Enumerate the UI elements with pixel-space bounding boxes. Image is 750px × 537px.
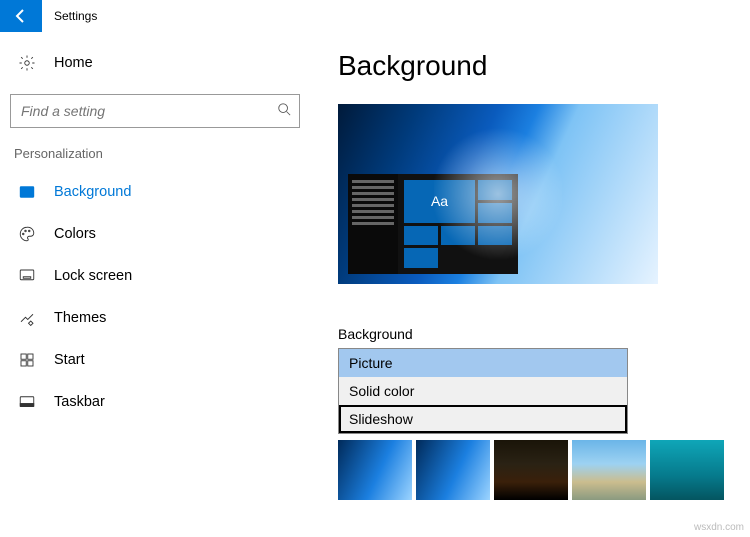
- thumb-2[interactable]: [416, 440, 490, 500]
- thumb-1[interactable]: [338, 440, 412, 500]
- nav-label: Themes: [54, 310, 106, 326]
- preview-startmenu: Aa: [348, 174, 518, 274]
- lockscreen-icon: [16, 267, 38, 285]
- nav-home-label: Home: [54, 55, 93, 71]
- background-dropdown[interactable]: Picture Solid color Slideshow: [338, 348, 628, 434]
- nav-lockscreen[interactable]: Lock screen: [10, 255, 300, 297]
- gear-icon: [16, 54, 38, 72]
- category-header: Personalization: [14, 146, 300, 161]
- nav-home[interactable]: Home: [10, 42, 300, 84]
- nav-label: Colors: [54, 226, 96, 242]
- palette-icon: [16, 225, 38, 243]
- nav-colors[interactable]: Colors: [10, 213, 300, 255]
- search-input[interactable]: [21, 103, 277, 119]
- picture-thumbnails: [338, 440, 750, 500]
- window-title: Settings: [54, 9, 97, 23]
- nav-taskbar[interactable]: Taskbar: [10, 381, 300, 423]
- nav-label: Taskbar: [54, 394, 105, 410]
- option-slideshow[interactable]: Slideshow: [339, 405, 627, 433]
- nav-label: Start: [54, 352, 85, 368]
- thumb-3[interactable]: [494, 440, 568, 500]
- themes-icon: [16, 309, 38, 327]
- back-button[interactable]: [0, 0, 42, 32]
- watermark: wsxdn.com: [694, 522, 744, 533]
- desktop-preview: Aa: [338, 104, 658, 284]
- nav-label: Lock screen: [54, 268, 132, 284]
- start-icon: [16, 351, 38, 369]
- thumb-4[interactable]: [572, 440, 646, 500]
- sample-text-tile: Aa: [404, 180, 475, 223]
- page-heading: Background: [338, 50, 750, 82]
- picture-icon: [16, 183, 38, 201]
- search-box[interactable]: [10, 94, 300, 128]
- search-icon: [277, 102, 291, 121]
- nav-label: Background: [54, 184, 131, 200]
- sidebar: Home Personalization Background Colors: [0, 32, 310, 537]
- option-picture[interactable]: Picture: [339, 349, 627, 377]
- thumb-5[interactable]: [650, 440, 724, 500]
- option-solid-color[interactable]: Solid color: [339, 377, 627, 405]
- nav-themes[interactable]: Themes: [10, 297, 300, 339]
- background-dropdown-label: Background: [338, 326, 750, 342]
- nav-start[interactable]: Start: [10, 339, 300, 381]
- taskbar-icon: [16, 393, 38, 411]
- main-panel: Background Aa Background Picture Solid c…: [310, 32, 750, 537]
- nav-background[interactable]: Background: [10, 171, 300, 213]
